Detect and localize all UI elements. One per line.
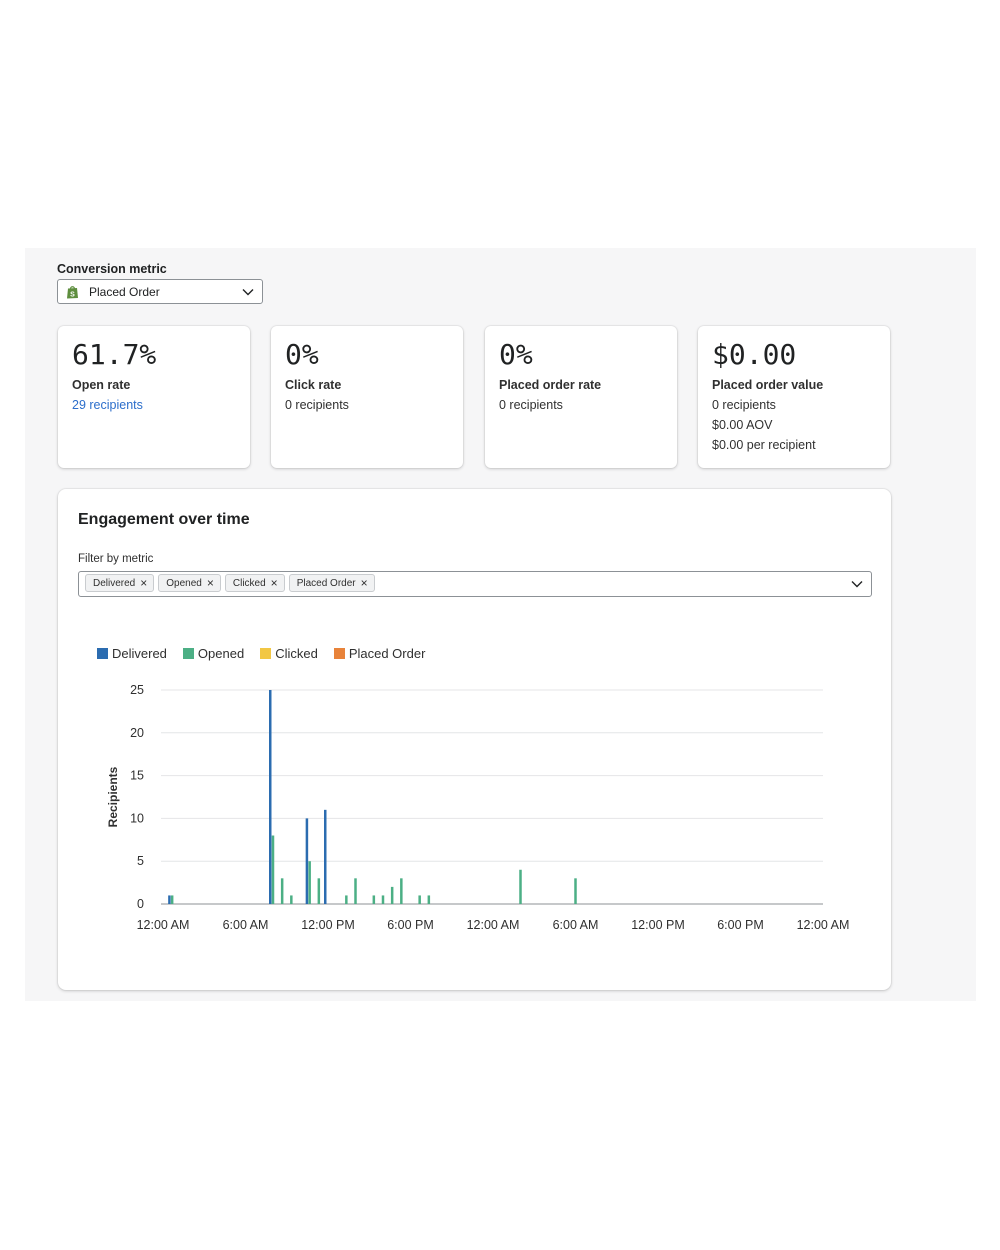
bar-delivered	[269, 690, 272, 904]
x-tick-label: 12:00 AM	[467, 918, 520, 932]
x-tick-label: 12:00 AM	[797, 918, 850, 932]
y-axis-label: Recipients	[106, 766, 120, 827]
x-tick-label: 6:00 AM	[223, 918, 269, 932]
x-tick-label: 6:00 PM	[387, 918, 434, 932]
x-tick-label: 6:00 AM	[553, 918, 599, 932]
x-tick-label: 12:00 AM	[137, 918, 190, 932]
y-tick-label: 5	[137, 854, 144, 868]
click-rate-value: 0%	[285, 338, 319, 371]
open-rate-recipients-link[interactable]: 29 recipients	[72, 398, 143, 412]
shopify-bag-icon: S	[67, 286, 78, 299]
placed-order-rate-card: 0% Placed order rate 0 recipients	[485, 326, 677, 468]
placed-order-rate-label: Placed order rate	[499, 378, 602, 392]
x-tick-label: 6:00 PM	[717, 918, 764, 932]
placed-order-value: $0.00	[712, 338, 797, 371]
x-tick-label: 12:00 PM	[631, 918, 685, 932]
x-tick-label: 12:00 PM	[301, 918, 355, 932]
placed-order-value-card: $0.00 Placed order value 0 recipients $0…	[698, 326, 890, 468]
engagement-card: Engagement over time Filter by metric De…	[58, 489, 891, 990]
bar-opened	[290, 895, 293, 904]
bar-opened	[308, 861, 311, 904]
bar-opened	[390, 886, 394, 904]
conversion-metric-label: Conversion metric	[57, 262, 167, 276]
bar-opened	[418, 895, 421, 904]
bar-opened	[372, 895, 376, 904]
open-rate-card: 61.7% Open rate 29 recipients	[58, 326, 250, 468]
bar-opened	[400, 878, 403, 904]
bar-opened	[427, 895, 431, 904]
bar-opened	[271, 835, 275, 904]
bar-opened	[317, 878, 321, 904]
click-rate-label: Click rate	[285, 378, 342, 392]
bar-delivered	[324, 809, 327, 904]
campaign-performance-panel: Conversion metric S Placed Order 61.7% O…	[25, 248, 976, 1001]
open-rate-label: Open rate	[72, 378, 131, 392]
conversion-metric-value: Placed Order	[89, 285, 160, 299]
placed-order-aov: $0.00 AOV	[712, 418, 773, 432]
bar-opened	[354, 878, 357, 904]
click-rate-card: 0% Click rate 0 recipients	[271, 326, 463, 468]
y-tick-label: 0	[137, 897, 144, 911]
engagement-chart: 0 5 10 15 20 25 12:00 AM 6:00 AM 12:00 PM 6:00 PM…	[106, 683, 850, 932]
y-tick-label: 10	[130, 811, 144, 825]
placed-order-rate-value: 0%	[499, 338, 533, 371]
placed-order-per-recipient: $0.00 per recipient	[712, 438, 816, 452]
bar-delivered	[305, 818, 309, 904]
bar-opened	[574, 878, 577, 904]
bar-opened	[280, 878, 284, 904]
y-tick-label: 15	[130, 769, 144, 783]
conversion-metric-select[interactable]: S Placed Order	[57, 279, 263, 304]
open-rate-value: 61.7%	[72, 338, 157, 371]
bar-opened	[345, 895, 348, 904]
bar-opened	[519, 869, 522, 904]
placed-order-value-label: Placed order value	[712, 378, 824, 392]
bar-opened	[170, 895, 174, 904]
y-tick-label: 25	[130, 683, 144, 697]
svg-text:S: S	[70, 292, 75, 299]
y-tick-label: 20	[130, 726, 144, 740]
click-rate-recipients: 0 recipients	[285, 398, 349, 412]
placed-order-value-recipients: 0 recipients	[712, 398, 776, 412]
placed-order-rate-recipients: 0 recipients	[499, 398, 563, 412]
bar-opened	[381, 895, 385, 904]
bar-delivered	[168, 895, 171, 904]
chevron-down-icon	[242, 289, 254, 296]
